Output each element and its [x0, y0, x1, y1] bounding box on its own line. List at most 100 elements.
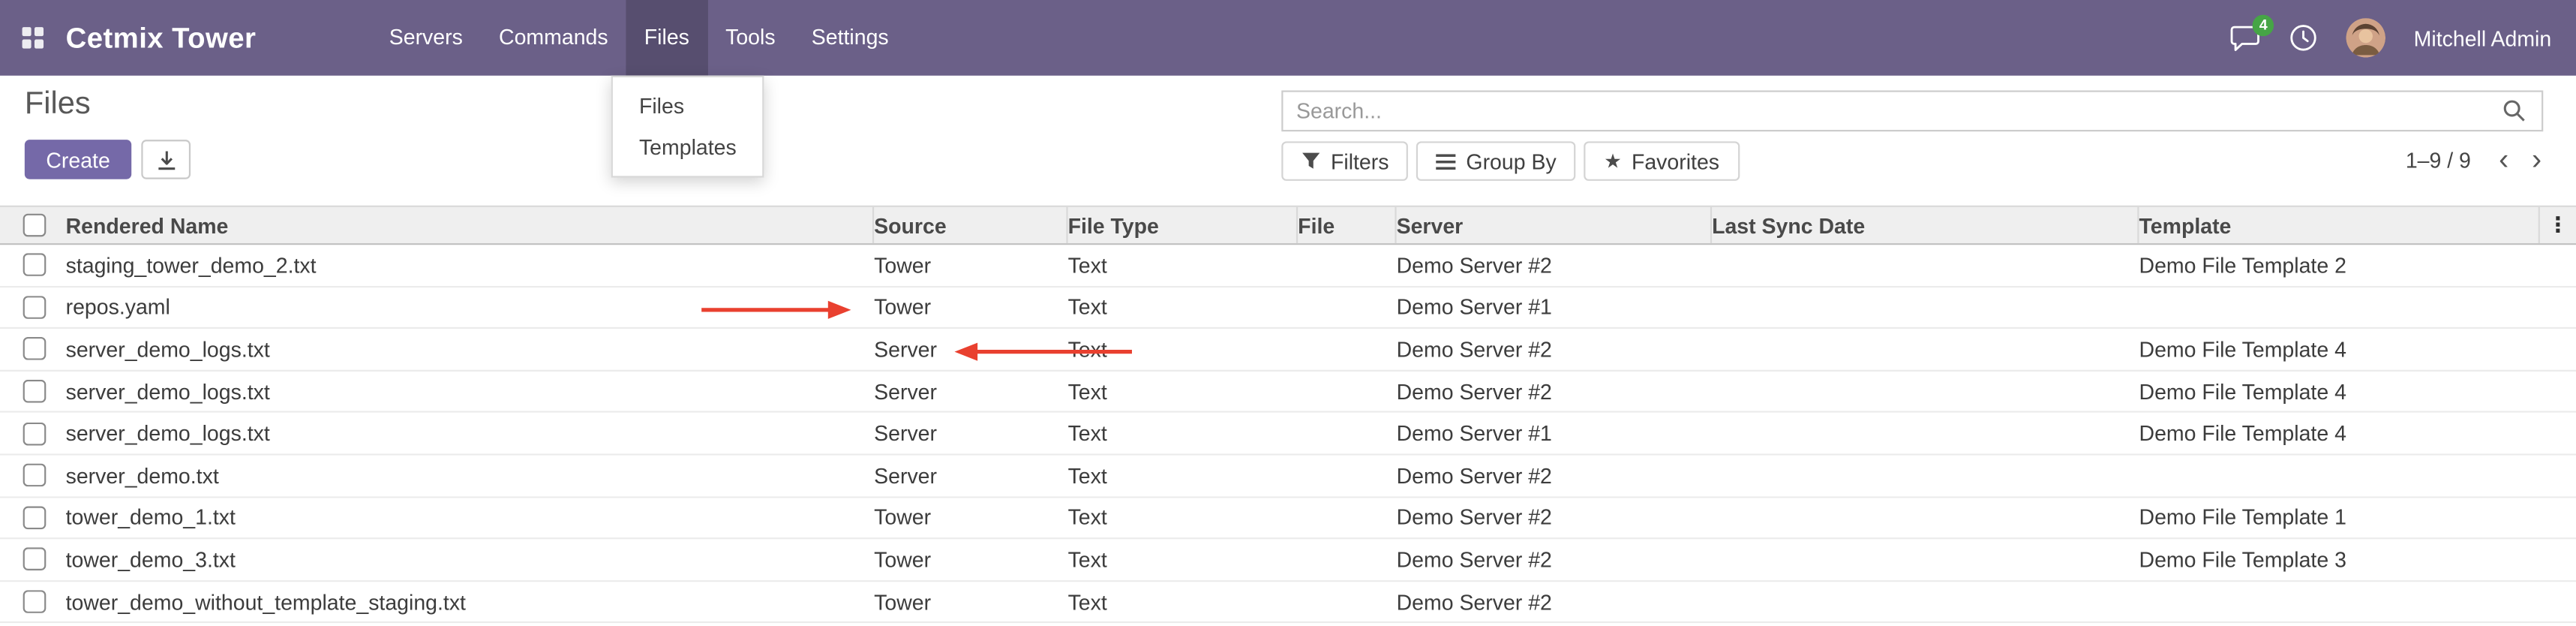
table-row[interactable]: staging_tower_demo_2.txt Tower Text Demo… [0, 245, 2576, 287]
user-avatar[interactable] [2346, 18, 2386, 58]
column-header-last-sync-date[interactable]: Last Sync Date [1712, 207, 2139, 243]
cell-server: Demo Server #1 [1397, 421, 1712, 446]
table-row[interactable]: tower_demo_3.txt Tower Text Demo Server … [0, 540, 2576, 582]
row-checkbox[interactable] [23, 548, 47, 571]
cell-source: Tower [874, 547, 1067, 572]
cell-template: Demo File Template 2 [2139, 253, 2576, 278]
row-checkbox[interactable] [23, 296, 47, 319]
nav-menu-commands[interactable]: Commands [481, 0, 626, 76]
cell-rendered-name: server_demo_logs.txt [66, 337, 875, 362]
messages-icon[interactable]: 4 [2229, 24, 2261, 52]
table-row[interactable]: server_demo_logs.txt Server Text Demo Se… [0, 371, 2576, 413]
table-row[interactable]: server_demo.txt Server Text Demo Server … [0, 456, 2576, 498]
cell-rendered-name: server_demo_logs.txt [66, 421, 875, 446]
cell-rendered-name: repos.yaml [66, 295, 875, 320]
create-button[interactable]: Create [25, 140, 131, 179]
clock-icon [2289, 23, 2318, 53]
page-title: Files [25, 87, 91, 123]
column-header-file[interactable]: File [1298, 207, 1396, 243]
table-row[interactable]: tower_demo_1.txt Tower Text Demo Server … [0, 498, 2576, 540]
row-checkbox[interactable] [23, 464, 47, 487]
cell-server: Demo Server #2 [1397, 505, 1712, 530]
dropdown-item-templates[interactable]: Templates [613, 127, 763, 168]
pager-previous-button[interactable]: ‹ [2487, 141, 2520, 177]
row-checkbox[interactable] [23, 506, 47, 529]
favorites-button[interactable]: ★ Favorites [1584, 141, 1739, 181]
cell-template: Demo File Template 4 [2139, 421, 2576, 446]
table-body: staging_tower_demo_2.txt Tower Text Demo… [0, 245, 2576, 623]
cell-file-type: Text [1068, 379, 1299, 404]
row-checkbox[interactable] [23, 380, 47, 403]
search-filter-buttons: Filters Group By ★ Favorites [1281, 141, 1739, 181]
filters-button-label: Filters [1331, 149, 1389, 173]
files-dropdown-menu: Files Templates [611, 76, 764, 178]
column-header-server[interactable]: Server [1397, 207, 1712, 243]
app-root: Cetmix Tower Servers Commands Files Tool… [0, 0, 2576, 626]
cell-source: Tower [874, 295, 1067, 320]
cell-source: Tower [874, 505, 1067, 530]
table-row[interactable]: server_demo_logs.txt Server Text Demo Se… [0, 414, 2576, 456]
cell-file-type: Text [1068, 505, 1299, 530]
cell-file-type: Text [1068, 463, 1299, 488]
column-header-rendered-name[interactable]: Rendered Name [66, 207, 875, 243]
row-checkbox[interactable] [23, 422, 47, 445]
control-panel-actions: Create [25, 140, 191, 179]
cell-file-type: Text [1068, 253, 1299, 278]
main-menu-bar: Servers Commands Files Tools Settings [371, 0, 907, 76]
download-icon [155, 149, 176, 170]
pager-next-button[interactable]: › [2520, 141, 2553, 177]
cell-source: Server [874, 337, 1067, 362]
row-checkbox[interactable] [23, 254, 47, 277]
table-row[interactable]: server_demo_logs.txt Server Text Demo Se… [0, 329, 2576, 371]
avatar-photo [2346, 18, 2386, 58]
nav-menu-settings[interactable]: Settings [794, 0, 907, 76]
cell-source: Tower [874, 589, 1067, 614]
cell-rendered-name: tower_demo_1.txt [66, 505, 875, 530]
search-bar [1281, 90, 2543, 131]
filter-funnel-icon [1302, 151, 1321, 170]
column-header-source[interactable]: Source [874, 207, 1067, 243]
column-header-template[interactable]: Template [2139, 207, 2540, 243]
activities-clock-icon[interactable] [2289, 23, 2318, 53]
cell-rendered-name: server_demo_logs.txt [66, 379, 875, 404]
cell-rendered-name: tower_demo_3.txt [66, 547, 875, 572]
search-icon[interactable] [2502, 98, 2542, 123]
apps-grid-icon-svg [21, 26, 44, 50]
messages-count-badge: 4 [2253, 14, 2274, 35]
filters-button[interactable]: Filters [1281, 141, 1408, 181]
cell-file-type: Text [1068, 421, 1299, 446]
navbar-right-section: 4 Mitchell Admin [2229, 0, 2576, 76]
group-by-button[interactable]: Group By [1417, 141, 1576, 181]
cell-server: Demo Server #2 [1397, 463, 1712, 488]
cell-server: Demo Server #2 [1397, 589, 1712, 614]
table-row[interactable]: tower_demo_without_template_staging.txt … [0, 582, 2576, 624]
table-row[interactable]: repos.yaml Tower Text Demo Server #1 [0, 287, 2576, 329]
star-icon: ★ [1604, 151, 1622, 170]
cell-rendered-name: tower_demo_without_template_staging.txt [66, 589, 875, 614]
select-all-checkbox[interactable] [23, 214, 47, 237]
app-brand-title[interactable]: Cetmix Tower [66, 20, 257, 55]
cell-file-type: Text [1068, 295, 1299, 320]
search-input[interactable] [1283, 98, 2502, 123]
table-header-row: Rendered Name Source File Type File Serv… [0, 206, 2576, 245]
cell-server: Demo Server #1 [1397, 295, 1712, 320]
optional-columns-toggle[interactable]: ⋮ [2540, 207, 2576, 243]
top-navbar: Cetmix Tower Servers Commands Files Tool… [0, 0, 2576, 76]
user-name[interactable]: Mitchell Admin [2414, 26, 2552, 50]
control-panel: Files Create [0, 76, 2576, 189]
cell-file-type: Text [1068, 589, 1299, 614]
apps-grid-icon[interactable] [0, 0, 66, 76]
cell-server: Demo Server #2 [1397, 379, 1712, 404]
nav-menu-files[interactable]: Files [626, 0, 707, 76]
row-checkbox[interactable] [23, 590, 47, 613]
cell-template: Demo File Template 3 [2139, 547, 2576, 572]
column-header-file-type[interactable]: File Type [1068, 207, 1299, 243]
row-checkbox[interactable] [23, 338, 47, 361]
export-download-button[interactable] [141, 140, 191, 179]
dropdown-item-files[interactable]: Files [613, 86, 763, 127]
nav-menu-tools[interactable]: Tools [707, 0, 794, 76]
cell-source: Server [874, 379, 1067, 404]
cell-source: Server [874, 463, 1067, 488]
cell-file-type: Text [1068, 547, 1299, 572]
nav-menu-servers[interactable]: Servers [371, 0, 481, 76]
